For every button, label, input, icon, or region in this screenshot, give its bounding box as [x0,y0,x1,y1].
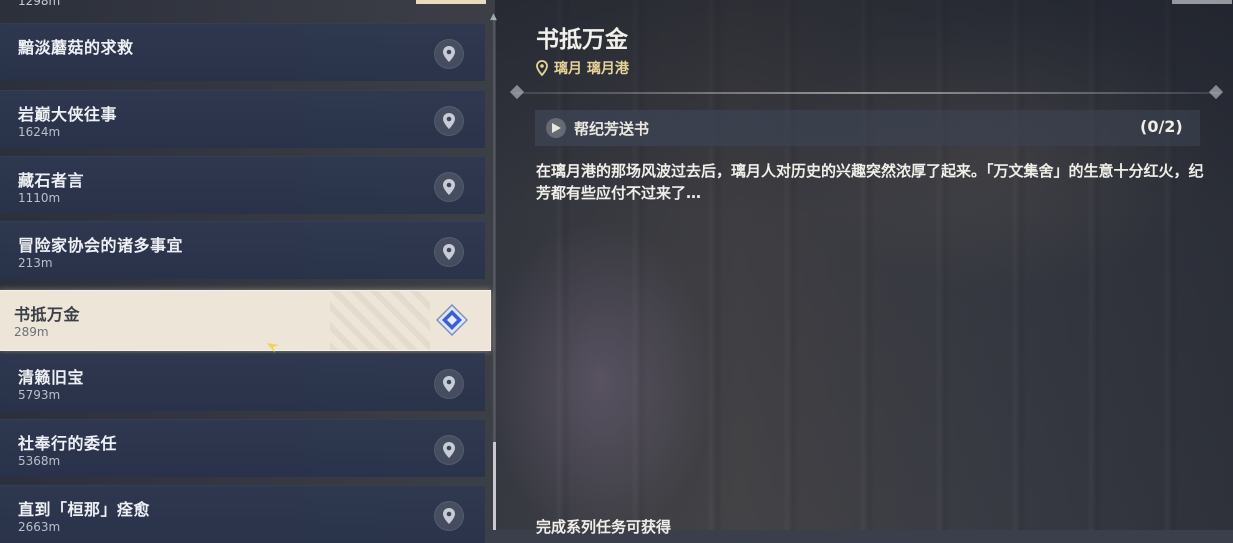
map-pin-icon [443,179,455,195]
quest-step-progress: (0/2) [1140,117,1183,136]
quest-distance: 1110m [18,191,61,205]
play-icon [552,123,561,133]
quest-name: 藏石者言 [18,171,85,190]
map-pin-button[interactable] [434,106,464,136]
quest-distance: 5368m [18,454,61,468]
quest-distance: 289m [14,325,49,339]
quest-name: 冒险家协会的诸多事宜 [18,236,184,255]
scene-shade [495,0,1233,530]
quest-item[interactable]: 黯淡蘑菇的求救 [0,23,485,81]
quest-step-label: 帮纪芳送书 [574,120,650,138]
quest-name: 岩巅大侠往事 [18,105,118,124]
quest-description: 在璃月港的那场风波过去后，璃月人对历史的兴趣突然浓厚了起来。「万文集舍」的生意十… [536,162,1204,202]
quest-distance: 2663m [18,520,61,534]
quest-name: 黯淡蘑菇的求救 [18,38,134,57]
quest-location: 璃月 璃月港 [554,61,629,77]
quest-diamond-icon[interactable] [436,304,468,336]
quest-name: 清籁旧宝 [18,368,85,387]
location-pin-icon [536,60,548,76]
map-pin-button[interactable] [434,172,464,202]
map-pin-icon [443,508,455,524]
scrollbar-thumb[interactable] [493,442,496,530]
quest-distance: 5793m [18,388,61,402]
map-pin-icon [443,113,455,129]
quest-name: 书抵万金 [14,305,81,324]
quest-list: 1298m 黯淡蘑菇的求救 岩巅大侠往事 1624m 藏石者言 1110m 冒险… [0,0,491,543]
quest-title: 书抵万金 [536,27,628,53]
map-pin-icon [443,46,455,62]
quest-item[interactable]: 冒险家协会的诸多事宜 213m [0,221,485,279]
selected-pattern [330,291,430,350]
corner-mark [1172,0,1232,4]
cursor-flag-icon [267,343,279,353]
quest-distance: 1624m [18,125,61,139]
top-tab-indicator [416,0,486,4]
quest-item[interactable]: 藏石者言 1110m [0,156,485,214]
map-pin-button[interactable] [434,369,464,399]
quest-item[interactable]: 社奉行的委任 5368m [0,419,485,477]
map-pin-icon [443,376,455,392]
quest-distance: 213m [18,256,53,270]
quest-item[interactable]: 清籁旧宝 5793m [0,353,485,411]
quest-item-selected[interactable]: 书抵万金 289m [0,290,491,351]
partial-item-distance: 1298m [18,0,61,8]
map-pin-button[interactable] [434,501,464,531]
map-pin-icon [443,442,455,458]
quest-name: 社奉行的委任 [18,434,118,453]
map-pin-button[interactable] [434,39,464,69]
quest-name: 直到「桓那」痊愈 [18,500,151,519]
map-pin-button[interactable] [434,435,464,465]
map-pin-icon [443,244,455,260]
quest-item[interactable]: 直到「桓那」痊愈 2663m [0,485,485,543]
map-pin-button[interactable] [434,237,464,267]
section-divider [515,92,1220,94]
play-button[interactable] [546,118,566,138]
quest-item[interactable]: 岩巅大侠往事 1624m [0,90,485,148]
reward-label: 完成系列任务可获得 [536,518,672,536]
